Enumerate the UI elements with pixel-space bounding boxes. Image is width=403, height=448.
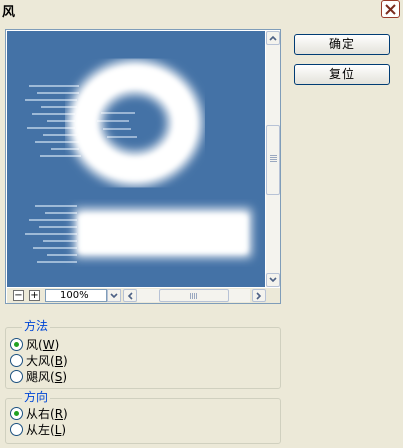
option-label: 风 [26, 338, 39, 352]
preview-panel: − + 100% [5, 29, 281, 304]
option-label: 从右 [26, 407, 51, 421]
scroll-up-button[interactable] [266, 31, 280, 45]
ok-button[interactable]: 确定 [294, 34, 390, 55]
horizontal-scroll-thumb[interactable] [159, 289, 229, 302]
vertical-scroll-thumb[interactable] [266, 125, 280, 195]
wind-effect-image [7, 31, 265, 287]
dialog-title: 风 [2, 5, 17, 20]
option-shortcut-key: L [54, 422, 62, 437]
close-icon [385, 3, 396, 15]
chevron-right-icon [256, 291, 262, 300]
zoom-in-button[interactable]: + [29, 290, 40, 301]
radio-selected-dot [14, 411, 19, 416]
option-label: 大风 [26, 354, 51, 368]
preview-image[interactable] [7, 31, 265, 287]
radio-selected-dot [14, 342, 19, 347]
method-option-stagger[interactable]: 飓风 (S) [10, 369, 67, 384]
chevron-down-icon [269, 277, 277, 283]
option-shortcut-key: S [54, 369, 63, 384]
scroll-left-button[interactable] [123, 289, 137, 302]
option-shortcut-key: R [54, 406, 64, 421]
scroll-down-button[interactable] [266, 273, 280, 287]
zoom-bar: − + 100% [7, 288, 280, 303]
chevron-up-icon [269, 35, 277, 41]
radio-button[interactable] [10, 370, 23, 383]
direction-option-right[interactable]: 从右 (R) [10, 406, 68, 421]
direction-legend: 方向 [22, 390, 51, 404]
method-option-wind[interactable]: 风 (W) [10, 337, 59, 352]
direction-option-left[interactable]: 从左 (L) [10, 422, 66, 437]
method-legend: 方法 [22, 319, 51, 333]
direction-group: 方向 从右 (R) 从左 (L) [5, 390, 281, 444]
chevron-down-icon [110, 292, 118, 298]
preview-vertical-scrollbar[interactable] [266, 31, 280, 287]
zoom-level-field[interactable]: 100% [45, 289, 107, 302]
radio-button[interactable] [10, 354, 23, 367]
radio-button[interactable] [10, 338, 23, 351]
preview-horizontal-scrollbar[interactable] [137, 289, 250, 302]
reset-button[interactable]: 复位 [294, 64, 390, 85]
title-bar: 风 [0, 0, 403, 20]
zoom-out-button[interactable]: − [13, 290, 24, 301]
radio-button[interactable] [10, 423, 23, 436]
close-button[interactable] [381, 0, 400, 18]
method-option-blast[interactable]: 大风 (B) [10, 353, 68, 368]
scroll-right-button[interactable] [252, 289, 266, 302]
option-label: 从左 [26, 423, 51, 437]
option-shortcut-key: W [42, 337, 55, 352]
chevron-left-icon [127, 291, 133, 300]
option-shortcut-key: B [54, 353, 63, 368]
zoom-dropdown-button[interactable] [107, 289, 121, 302]
radio-button[interactable] [10, 407, 23, 420]
option-label: 飓风 [26, 370, 51, 384]
method-group: 方法 风 (W) 大风 (B) 飓风 (S) [5, 319, 281, 389]
